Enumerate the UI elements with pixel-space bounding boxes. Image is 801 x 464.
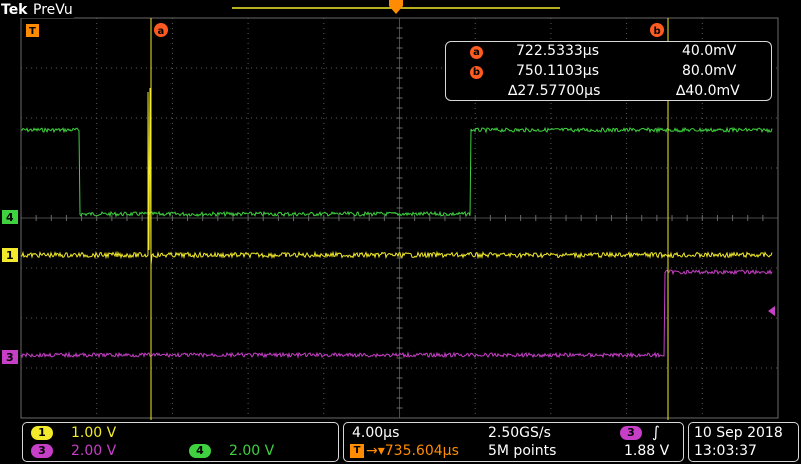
svg-text:T: T: [29, 26, 36, 37]
cursor-a-badge: a: [470, 46, 483, 59]
delta-value: ∆40.0mV: [676, 83, 740, 99]
record-length: 5M points: [488, 443, 557, 459]
trigger-level-marker[interactable]: [768, 306, 775, 316]
cursor-a-time: 722.5333µs: [516, 43, 600, 59]
svg-text:4: 4: [6, 211, 14, 224]
cursor-b-label[interactable]: b: [650, 23, 664, 37]
cursor-a-label[interactable]: a: [154, 23, 168, 37]
trigger-position-badge: T: [350, 444, 364, 458]
channel-3-waveform: [20, 268, 773, 359]
brand-logo: Tek: [1, 2, 28, 18]
ch4-scale: 2.00 V: [229, 443, 275, 459]
svg-text:a: a: [158, 26, 165, 37]
trigger-level: 1.88 V: [624, 443, 670, 459]
ch3-scale: 2.00 V: [71, 443, 117, 459]
timebase-trigger-panel[interactable]: 4.00µs 2.50GS/s T →▾735.604µs 5M points …: [343, 422, 684, 462]
ch1-ground-marker[interactable]: 1: [2, 248, 18, 262]
trigger-marker[interactable]: T: [26, 24, 39, 37]
cursor-b-value: 80.0mV: [682, 63, 737, 79]
cursor-readout: a 722.5333µs 40.0mV b 750.1103µs 80.0mV …: [445, 41, 772, 101]
cursor-a-readout: a: [470, 42, 483, 60]
trigger-source-badge[interactable]: 3: [620, 426, 642, 440]
ch4-badge[interactable]: 4: [189, 444, 211, 458]
ch3-badge[interactable]: 3: [31, 444, 53, 458]
channel-4-waveform: [20, 126, 773, 218]
svg-text:3: 3: [6, 351, 14, 364]
trigger-position-value: ▾735.604µs: [377, 443, 459, 459]
svg-text:b: b: [654, 26, 661, 37]
channel-panel[interactable]: 1 1.00 V 3 2.00 V 4 2.00 V: [22, 422, 339, 462]
cursor-b-badge: b: [470, 66, 483, 79]
cursor-a-value: 40.0mV: [682, 43, 737, 59]
ch4-ground-marker[interactable]: 4: [2, 210, 18, 224]
status-bar: 1 1.00 V 3 2.00 V 4 2.00 V 4.00µs 2.50GS…: [0, 420, 801, 464]
time: 13:03:37: [694, 443, 757, 459]
ch3-ground-marker[interactable]: 3: [2, 350, 18, 364]
trigger-position: →▾735.604µs: [366, 443, 459, 459]
delta-time: ∆27.57700µs: [508, 83, 601, 99]
ch1-scale: 1.00 V: [71, 425, 117, 441]
trigger-slope-icon: ∫: [652, 423, 660, 441]
datetime-panel: 10 Sep 2018 13:03:37: [688, 422, 799, 462]
svg-text:1: 1: [6, 249, 14, 262]
ch1-badge[interactable]: 1: [31, 426, 53, 440]
date: 10 Sep 2018: [694, 425, 783, 441]
cursor-b-readout: b: [470, 62, 483, 80]
acquisition-mode: PreVu: [33, 2, 73, 18]
horizontal-scale: 4.00µs: [352, 425, 400, 441]
cursor-b-time: 750.1103µs: [516, 63, 600, 79]
sample-rate: 2.50GS/s: [488, 425, 551, 441]
